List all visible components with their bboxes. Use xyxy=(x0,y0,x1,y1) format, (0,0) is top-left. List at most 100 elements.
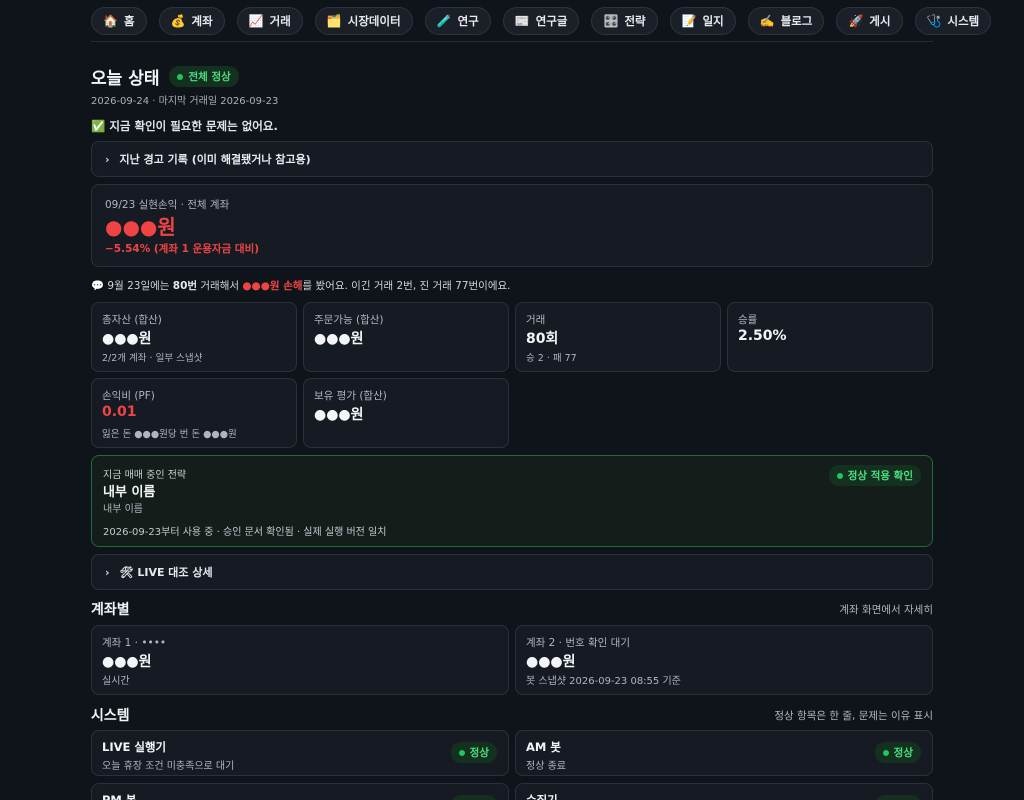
accounts-detail-link[interactable]: 계좌 화면에서 자세히 xyxy=(839,602,933,617)
nav-accounts[interactable]: 💰 계좌 xyxy=(158,6,225,35)
date-line: 2026-09-24 · 마지막 거래일 2026-09-23 xyxy=(91,96,279,107)
account-sub: 실시간 xyxy=(102,676,130,687)
nav-trades[interactable]: 📈 거래 xyxy=(236,6,303,35)
title-row: 오늘 상태 전체 정상 xyxy=(91,64,239,89)
status-dot-icon xyxy=(882,749,889,756)
system-hint: 정상 항목은 한 줄, 문제는 이유 표시 xyxy=(774,710,933,722)
account-label: 계좌 2 · 번호 확인 대기 xyxy=(526,637,630,649)
active-strategy-card: 지금 매매 중인 전략 내부 이름 내부 이름 2026-09-23부터 사용 … xyxy=(91,455,933,547)
chevron-right-icon: › xyxy=(105,152,110,166)
system-item-pm-bot: PM 봇 정상 xyxy=(91,783,509,800)
system-item-name: 수집기 xyxy=(526,793,558,800)
account-sub: 봇 스냅샷 2026-09-23 08:55 기준 xyxy=(526,676,681,687)
system-item-collector: 수집기 정상 xyxy=(515,783,933,800)
system-item-am-bot: AM 봇 정상 종료 정상 xyxy=(515,730,933,776)
nav-research-posts[interactable]: 📰 연구글 xyxy=(502,6,580,35)
home-icon: 🏠 xyxy=(103,13,118,28)
past-alerts-label: 지난 경고 기록 (이미 해결됐거나 참고용) xyxy=(119,153,311,166)
summary-mid: 거래해서 xyxy=(197,280,243,292)
stat-label: 총자산 (합산) xyxy=(102,314,162,326)
nav-strategy[interactable]: 🎛️ 전략 xyxy=(591,6,658,35)
account-card-2: 계좌 2 · 번호 확인 대기 ●●●원 봇 스냅샷 2026-09-23 08… xyxy=(515,625,933,695)
pnl-percent: −5.54% (계좌 1 운용자금 대비) xyxy=(105,243,260,255)
system-status-badge: 정상 xyxy=(874,742,921,763)
strategy-meta: 2026-09-23부터 사용 중 · 승인 문서 확인됨 · 실제 실행 버전… xyxy=(103,527,387,538)
stat-value: ●●●원 xyxy=(314,331,364,347)
account-value: ●●●원 xyxy=(526,654,576,670)
nav-journal[interactable]: 📝 일지 xyxy=(669,6,736,35)
stat-label: 보유 평가 (합산) xyxy=(314,390,387,402)
status-dot-icon xyxy=(177,73,184,80)
status-dot-icon xyxy=(836,472,843,479)
nav-blog[interactable]: ✍️ 블로그 xyxy=(747,6,825,35)
stat-orderable: 주문가능 (합산) ●●●원 xyxy=(303,302,509,372)
summary-loss: ●●●원 손해 xyxy=(242,280,303,292)
live-detail-label: 🛠 LIVE 대조 상세 xyxy=(119,566,213,579)
summary-prefix: 💬 9월 23일에는 xyxy=(91,280,173,292)
accounts-section-title: 계좌별 xyxy=(91,602,130,618)
stat-sub: 승 2 · 패 77 xyxy=(526,353,577,364)
past-alerts-toggle[interactable]: › 지난 경고 기록 (이미 해결됐거나 참고용) xyxy=(91,141,933,177)
stat-trades: 거래 80회 승 2 · 패 77 xyxy=(515,302,721,372)
nav-publish[interactable]: 🚀 게시 xyxy=(836,6,903,35)
chart-up-icon: 📈 xyxy=(248,13,264,28)
strategy-status-badge: 정상 적용 확인 xyxy=(828,465,921,486)
nav-label: 시스템 xyxy=(947,13,980,28)
system-item-name: AM 봇 xyxy=(526,740,561,754)
summary-suffix: 를 봤어요. 이긴 거래 2번, 진 거래 77번이에요. xyxy=(302,280,511,292)
folder-icon: 🗂️ xyxy=(326,13,342,28)
pnl-card: 09/23 실현손익 · 전체 계좌 ●●●원 −5.54% (계좌 1 운용자… xyxy=(91,184,933,267)
system-status-badge: 정상 xyxy=(450,795,497,800)
stat-win-rate: 승률 2.50% xyxy=(727,302,933,372)
summary-trades: 80번 xyxy=(172,280,198,292)
memo-icon: 📝 xyxy=(681,13,697,28)
nav-system[interactable]: 🩺 시스템 xyxy=(914,6,992,35)
strategy-sub: 내부 이름 xyxy=(103,504,143,515)
stat-profit-factor: 손익비 (PF) 0.01 잃은 돈 ●●●원당 번 돈 ●●●원 xyxy=(91,378,297,448)
system-section-title: 시스템 xyxy=(91,708,130,724)
status-badge-label: 전체 정상 xyxy=(188,71,231,83)
nav-label: 계좌 xyxy=(191,13,213,28)
nav-label: 블로그 xyxy=(780,13,813,28)
strategy-badge-label: 정상 적용 확인 xyxy=(847,470,913,482)
account-value: ●●●원 xyxy=(102,654,152,670)
nav-market-data[interactable]: 🗂️ 시장데이터 xyxy=(314,6,413,35)
stat-label: 승률 xyxy=(738,314,758,326)
stat-label: 주문가능 (합산) xyxy=(314,314,384,326)
nav-label: 거래 xyxy=(269,13,291,28)
control-knobs-icon: 🎛️ xyxy=(603,13,619,28)
test-tube-icon: 🧪 xyxy=(436,13,452,28)
system-item-live-executor: LIVE 실행기 오늘 휴장 조건 미충족으로 대기 정상 xyxy=(91,730,509,776)
strategy-name: 내부 이름 xyxy=(103,485,156,500)
nav-home[interactable]: 🏠 홈 xyxy=(91,6,147,35)
account-card-1: 계좌 1 · •••• ●●●원 실시간 xyxy=(91,625,509,695)
stat-sub: 2/2개 계좌 · 일부 스냅샷 xyxy=(102,353,203,364)
stat-value: 2.50% xyxy=(738,328,787,344)
rocket-icon: 🚀 xyxy=(848,13,864,28)
nav-label: 연구글 xyxy=(535,13,568,28)
stat-sub: 잃은 돈 ●●●원당 번 돈 ●●●원 xyxy=(102,429,237,440)
stat-value: ●●●원 xyxy=(102,331,152,347)
nav-research[interactable]: 🧪 연구 xyxy=(424,6,491,35)
account-label: 계좌 1 · •••• xyxy=(102,637,167,649)
stat-holdings-value: 보유 평가 (합산) ●●●원 xyxy=(303,378,509,448)
nav-label: 전략 xyxy=(624,13,646,28)
newspaper-icon: 📰 xyxy=(514,13,530,28)
system-badge-label: 정상 xyxy=(469,747,489,759)
nav-label: 일지 xyxy=(702,13,724,28)
system-item-sub: 정상 종료 xyxy=(526,761,566,772)
nav-label: 게시 xyxy=(869,13,891,28)
top-nav: 🏠 홈 💰 계좌 📈 거래 🗂️ 시장데이터 🧪 연구 📰 연구글 🎛️ 전략 📝 일지 ✍️ 블… xyxy=(91,0,992,42)
stat-value: 80회 xyxy=(526,331,559,347)
live-detail-toggle[interactable]: › 🛠 LIVE 대조 상세 xyxy=(91,554,933,590)
system-badge-label: 정상 xyxy=(893,747,913,759)
stat-value: 0.01 xyxy=(102,404,137,420)
stat-value: ●●●원 xyxy=(314,407,364,423)
system-item-sub: 오늘 휴장 조건 미충족으로 대기 xyxy=(102,761,235,772)
daily-summary: 💬 9월 23일에는 80번 거래해서 ●●●원 손해를 봤어요. 이긴 거래 … xyxy=(91,278,511,293)
system-item-name: LIVE 실행기 xyxy=(102,740,167,754)
strategy-label: 지금 매매 중인 전략 xyxy=(103,470,187,481)
system-status-badge: 정상 xyxy=(450,742,497,763)
pnl-label: 09/23 실현손익 · 전체 계좌 xyxy=(105,199,230,211)
nav-label: 연구 xyxy=(457,13,479,28)
